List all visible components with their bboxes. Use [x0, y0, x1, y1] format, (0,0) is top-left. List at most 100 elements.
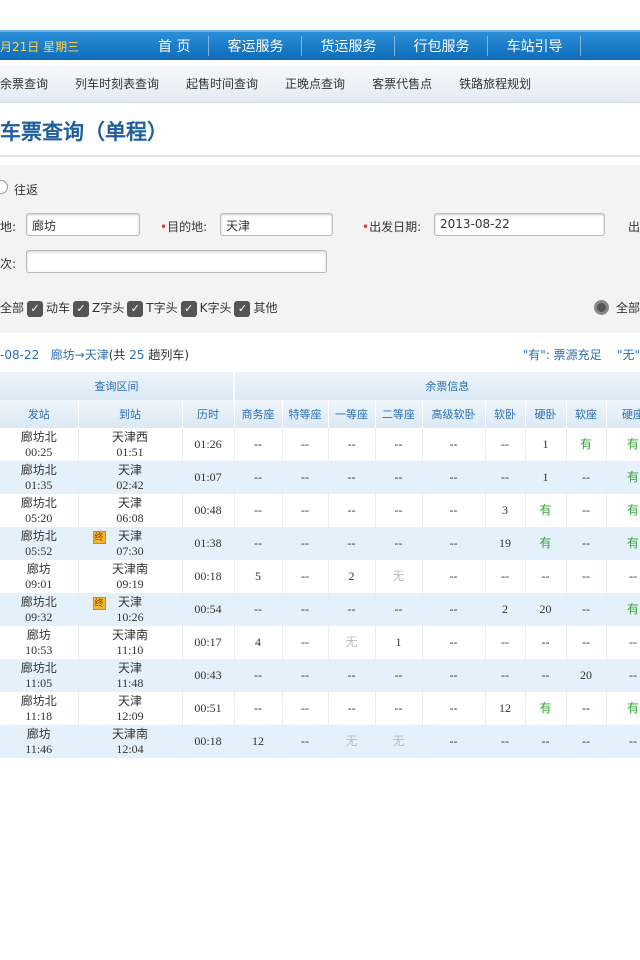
column-header[interactable]: 二等座	[375, 400, 423, 428]
seat-availability-cell: --	[282, 428, 329, 461]
checkbox-emu[interactable]: ✓	[27, 300, 44, 317]
seat-availability-cell: --	[375, 692, 423, 725]
column-header[interactable]: 到站	[78, 400, 183, 428]
seat-availability-cell: --	[282, 527, 329, 560]
departure-time: 10:53	[25, 642, 53, 657]
seat-availability-cell[interactable]: 1	[525, 461, 567, 494]
to-input[interactable]: 天津	[220, 213, 333, 236]
seat-availability-cell: --	[375, 593, 423, 626]
availability-legend: "有": 票源充足 "无"	[523, 346, 640, 363]
checkbox-k[interactable]: ✓	[180, 300, 197, 317]
query-form: 往返 地: 廊坊 •目的地: 天津 •出发日期: 2013-08-22 出 次:…	[0, 165, 640, 333]
seat-availability-cell: --	[282, 692, 329, 725]
seat-availability-cell: --	[328, 593, 376, 626]
table-row[interactable]: 廊坊 11:46 天津南 12:04 00:18 12 -- 无无 -- -- -- -- --	[0, 725, 640, 758]
seat-availability-cell[interactable]: 有	[606, 461, 640, 494]
column-header[interactable]: 硬卧	[525, 400, 567, 428]
table-row[interactable]: 廊坊北 05:20 天津 06:08 00:48 -- -- -- -- -- 3 有 -- 有	[0, 494, 640, 527]
seat-availability-cell[interactable]: 有	[606, 494, 640, 527]
subnav-trip-planning[interactable]: 铁路旅程规划	[459, 75, 531, 92]
result-summary: -08-22 廊坊→天津(共 25 趟列车)	[0, 346, 189, 363]
column-header[interactable]: 软座	[566, 400, 607, 428]
arrival-time: 01:51	[116, 444, 144, 459]
column-header[interactable]: 特等座	[282, 400, 329, 428]
seat-availability-cell: --	[485, 560, 526, 593]
seat-availability-cell[interactable]: 有	[525, 692, 567, 725]
table-row[interactable]: 廊坊北 00:25 天津西 01:51 01:26 -- -- -- -- -- -- 1 有有	[0, 428, 640, 461]
seat-availability-cell: --	[566, 494, 607, 527]
column-header[interactable]: 发站	[0, 400, 79, 428]
extra-label: 出	[628, 220, 640, 234]
summary-route: 廊坊→天津	[50, 348, 109, 362]
arrival-cell: 天津 06:08	[78, 494, 183, 527]
column-header[interactable]: 软卧	[485, 400, 526, 428]
seat-availability-cell[interactable]: 12	[234, 725, 283, 758]
seat-availability-cell: --	[422, 527, 486, 560]
table-row[interactable]: 廊坊北 09:32 终天津 10:26 00:54 -- -- -- -- -- 2 20 -- 有	[0, 593, 640, 626]
column-header[interactable]: 一等座	[328, 400, 376, 428]
seat-availability-cell[interactable]: 有	[525, 494, 567, 527]
sub-navigation: 余票查询 列车时刻表查询 起售时间查询 正晚点查询 客票代售点 铁路旅程规划	[0, 65, 640, 103]
train-number-input[interactable]	[26, 250, 327, 273]
arrival-cell: 天津西 01:51	[78, 428, 183, 461]
table-row[interactable]: 廊坊北 05:52 终天津 07:30 01:38 -- -- -- -- -- 19 有 -- 有	[0, 527, 640, 560]
seat-availability-cell[interactable]: 20	[525, 593, 567, 626]
table-row[interactable]: 廊坊北 11:18 天津 12:09 00:51 -- -- -- -- -- 12 有 -- 有	[0, 692, 640, 725]
from-station: 廊坊北	[20, 660, 57, 675]
date-input[interactable]: 2013-08-22	[434, 213, 605, 236]
seat-availability-cell[interactable]: 有	[566, 428, 607, 461]
seat-availability-cell[interactable]: 有	[606, 527, 640, 560]
nav-freight-service[interactable]: 货运服务	[302, 36, 396, 56]
nav-passenger-service[interactable]: 客运服务	[209, 36, 303, 56]
roundtrip-radio[interactable]	[0, 180, 8, 194]
seat-availability-cell[interactable]: 有	[606, 593, 640, 626]
subnav-timetable[interactable]: 列车时刻表查询	[75, 75, 159, 92]
seat-availability-cell[interactable]: 12	[485, 692, 526, 725]
checkbox-t[interactable]: ✓	[127, 300, 144, 317]
subnav-delay-query[interactable]: 正晚点查询	[285, 75, 345, 92]
subnav-sale-time[interactable]: 起售时间查询	[186, 75, 258, 92]
seat-availability-cell[interactable]: 20	[566, 659, 607, 692]
seat-availability-cell[interactable]: 19	[485, 527, 526, 560]
seat-availability-cell[interactable]: 有	[525, 527, 567, 560]
subnav-ticket-query[interactable]: 余票查询	[0, 75, 48, 92]
seat-availability-cell[interactable]: 2	[485, 593, 526, 626]
from-input[interactable]: 廊坊	[26, 213, 140, 236]
column-header[interactable]: 硬座	[606, 400, 640, 428]
seat-availability-cell[interactable]: 有	[606, 428, 640, 461]
seat-availability-cell: --	[234, 428, 283, 461]
nav-station-guide[interactable]: 车站引导	[488, 36, 582, 56]
divider	[0, 155, 640, 157]
top-navigation: 月21日 星期三 首 页 客运服务 货运服务 行包服务 车站引导	[0, 30, 640, 60]
seat-availability-cell[interactable]: 1	[375, 626, 423, 659]
column-header[interactable]: 高级软卧	[422, 400, 486, 428]
to-station: 天津南	[111, 561, 148, 576]
column-header[interactable]: 商务座	[234, 400, 283, 428]
departure-cell: 廊坊北 11:05	[0, 659, 79, 692]
seat-availability-cell[interactable]: 1	[525, 428, 567, 461]
seat-availability-cell: --	[282, 626, 329, 659]
table-row[interactable]: 廊坊 10:53 天津南 11:10 00:17 4 -- 无 1 -- -- -- -- --	[0, 626, 640, 659]
seat-availability-cell[interactable]: 2	[328, 560, 376, 593]
seat-availability-cell[interactable]: 4	[234, 626, 283, 659]
nav-luggage-service[interactable]: 行包服务	[395, 36, 489, 56]
seat-availability-cell[interactable]: 3	[485, 494, 526, 527]
nav-home[interactable]: 首 页	[140, 36, 210, 56]
all-radio[interactable]	[594, 300, 609, 315]
seat-availability-cell: --	[525, 659, 567, 692]
seat-availability-cell: --	[525, 725, 567, 758]
column-header[interactable]: 历时	[182, 400, 235, 428]
checkbox-z[interactable]: ✓	[73, 300, 90, 317]
departure-time: 01:35	[25, 477, 53, 492]
duration-cell: 00:17	[182, 626, 235, 659]
table-row[interactable]: 廊坊北 01:35 天津 02:42 01:07 -- -- -- -- -- -- 1 -- 有	[0, 461, 640, 494]
subnav-agencies[interactable]: 客票代售点	[372, 75, 432, 92]
seat-availability-cell[interactable]: 5	[234, 560, 283, 593]
seat-availability-cell[interactable]: 有	[606, 692, 640, 725]
seat-availability-cell: --	[282, 560, 329, 593]
departure-time: 05:20	[25, 510, 53, 525]
table-row[interactable]: 廊坊 09:01 天津南 09:19 00:18 5 -- 2 无 -- -- -- -- --	[0, 560, 640, 593]
duration-cell: 01:26	[182, 428, 235, 461]
table-row[interactable]: 廊坊北 11:05 天津 11:48 00:43 -- -- -- -- -- -- -- 20 --	[0, 659, 640, 692]
checkbox-other[interactable]: ✓	[234, 300, 251, 317]
